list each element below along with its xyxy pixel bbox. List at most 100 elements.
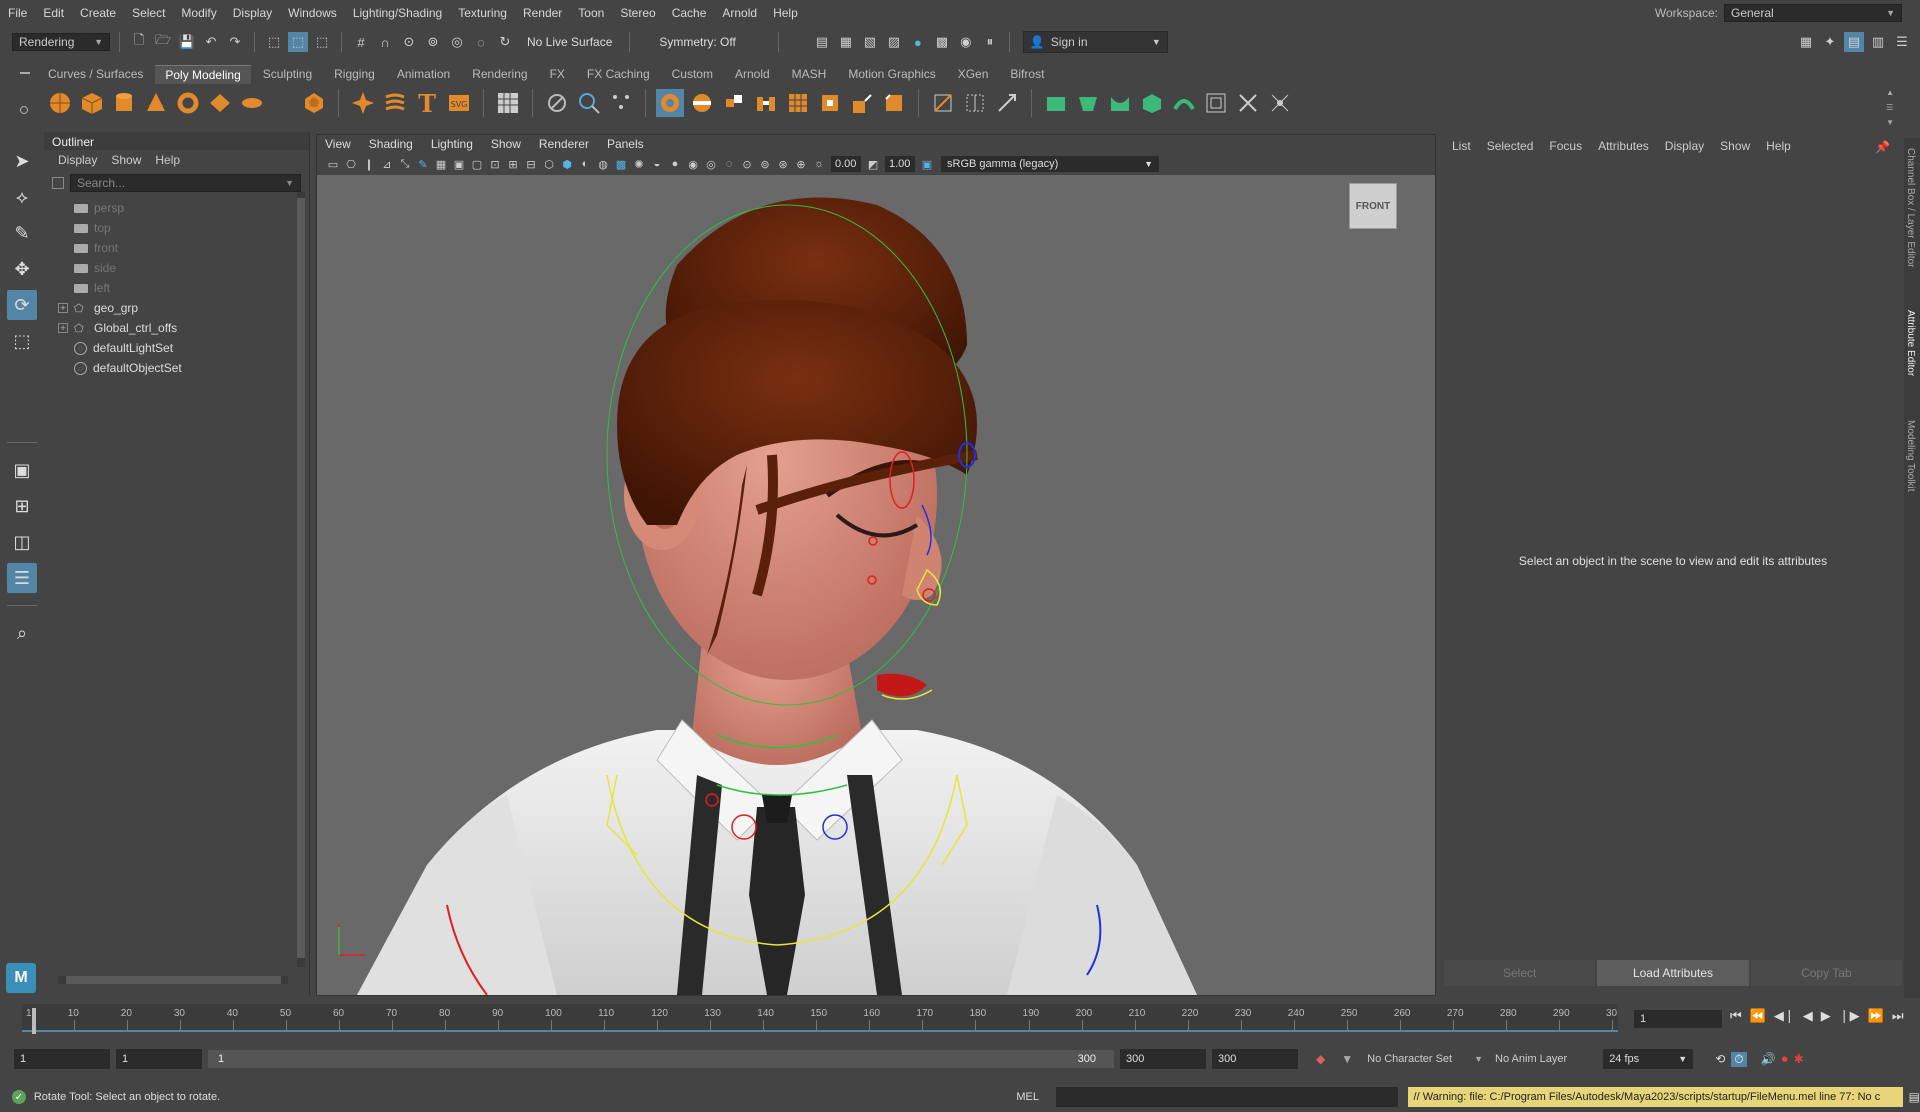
expand-icon[interactable]: + <box>58 303 68 313</box>
smooth-icon[interactable] <box>607 89 635 117</box>
outliner-item-defaultobjectset[interactable]: ◌ defaultObjectSet <box>44 358 309 378</box>
render-view-icon[interactable]: ▤ <box>812 32 832 52</box>
shelf-options-icon[interactable] <box>20 72 30 74</box>
character-controls-icon[interactable]: ✱ <box>1794 1052 1804 1066</box>
svg-tool-icon[interactable]: SVG <box>445 89 473 117</box>
sew-uv-icon[interactable] <box>1266 89 1294 117</box>
loop-icon[interactable]: ⟲ <box>1715 1052 1725 1066</box>
gamma-field[interactable]: 1.00 <box>885 156 915 172</box>
character-controls-icon[interactable]: ✦ <box>1820 32 1840 52</box>
image-plane-icon[interactable]: ⊿ <box>379 156 395 172</box>
fps-dropdown[interactable]: 24 fps ▼ <box>1603 1049 1694 1069</box>
four-pane-layout-icon[interactable]: ⊞ <box>7 491 37 521</box>
snap-surface-icon[interactable]: ◎ <box>447 32 467 52</box>
viewport-canvas[interactable]: FRONT <box>317 175 1435 995</box>
time-slider[interactable]: 1 10 20 30 40 50 60 70 80 90 100 110 120 130 140 150 16… <box>14 1000 1622 1036</box>
render-frame-icon[interactable]: ▦ <box>836 32 856 52</box>
poly-cylinder-icon[interactable] <box>110 89 138 117</box>
safe-action-icon[interactable]: ⊟ <box>523 156 539 172</box>
menu-file[interactable]: File <box>0 6 35 20</box>
outliner-menu-display[interactable]: Display <box>58 153 97 167</box>
play-forward-icon[interactable]: ▶ <box>1821 1008 1831 1024</box>
time-slider-track[interactable]: 1 10 20 30 40 50 60 70 80 90 100 110 120 130 140 150 16… <box>22 1004 1618 1034</box>
scrollbar-thumb[interactable] <box>297 198 305 958</box>
isolate-select-icon[interactable]: ⊙ <box>739 156 755 172</box>
step-forward-frame-icon[interactable]: ❘▶ <box>1839 1008 1860 1024</box>
snap-view-icon[interactable]: ⊚ <box>423 32 443 52</box>
tab-bifrost[interactable]: Bifrost <box>1000 65 1054 83</box>
play-backward-icon[interactable]: ◀ <box>1803 1008 1813 1024</box>
poly-sphere-icon[interactable] <box>46 89 74 117</box>
tab-custom[interactable]: Custom <box>662 65 723 83</box>
outliner-item-top[interactable]: top <box>44 218 309 238</box>
layout-uvs-icon[interactable] <box>494 89 522 117</box>
uv-editor-icon[interactable] <box>1202 89 1230 117</box>
depth-of-field-icon[interactable]: ◌ <box>721 156 737 172</box>
scrollbar-thumb[interactable] <box>66 976 281 984</box>
xray-icon[interactable]: ⊚ <box>757 156 773 172</box>
new-scene-icon[interactable]: 🗋 <box>129 32 149 52</box>
ipr-render-icon[interactable]: ▧ <box>860 32 880 52</box>
select-component-icon[interactable]: ⬚ <box>312 32 332 52</box>
animation-preferences-icon[interactable]: ⏺ <box>1782 1052 1788 1067</box>
outliner-search-input[interactable]: Search... ▼ <box>70 174 301 192</box>
step-back-key-icon[interactable]: ⏪ <box>1750 1008 1766 1024</box>
platonic-solid-icon[interactable] <box>300 89 328 117</box>
tool-settings-icon[interactable]: ▥ <box>1868 32 1888 52</box>
viewport-menu-show[interactable]: Show <box>491 137 521 151</box>
tab-arnold[interactable]: Arnold <box>725 65 780 83</box>
current-frame-field[interactable]: 1 <box>1634 1010 1722 1028</box>
camera-attributes-icon[interactable]: ⎔ <box>343 156 359 172</box>
boolean-union-icon[interactable] <box>656 89 684 117</box>
outliner-item-side[interactable]: side <box>44 258 309 278</box>
menu-stereo[interactable]: Stereo <box>612 6 663 20</box>
poly-cone-icon[interactable] <box>142 89 170 117</box>
go-to-start-icon[interactable]: ⏮ <box>1730 1008 1742 1024</box>
save-scene-icon[interactable]: 💾 <box>177 32 197 52</box>
open-scene-icon[interactable]: 🗁 <box>153 32 173 52</box>
cylindrical-map-icon[interactable] <box>1106 89 1134 117</box>
chevron-down-icon[interactable]: ▼ <box>1886 118 1894 127</box>
viewport-menu-renderer[interactable]: Renderer <box>539 137 589 151</box>
screen-space-ao-icon[interactable]: ● <box>667 156 683 172</box>
select-tool-icon[interactable]: ➤ <box>7 146 37 176</box>
go-to-end-icon[interactable]: ⏭ <box>1892 1008 1904 1024</box>
viewport-menu-lighting[interactable]: Lighting <box>431 137 473 151</box>
move-tool-icon[interactable]: ✥ <box>7 254 37 284</box>
target-weld-icon[interactable] <box>961 89 989 117</box>
snap-rotate-icon[interactable]: ↻ <box>495 32 515 52</box>
load-attributes-button[interactable]: Load Attributes <box>1597 960 1749 986</box>
shadows-icon[interactable]: ◒ <box>649 156 665 172</box>
mel-command-input[interactable] <box>1055 1087 1398 1107</box>
camera-select-icon[interactable]: ▭ <box>325 156 341 172</box>
multisample-aa-icon[interactable]: ◎ <box>703 156 719 172</box>
menu-create[interactable]: Create <box>72 6 124 20</box>
spherical-map-icon[interactable] <box>1138 89 1166 117</box>
outliner-item-defaultlightset[interactable]: ◌ defaultLightSet <box>44 338 309 358</box>
color-management-icon[interactable]: ▣ <box>919 156 935 172</box>
pin-icon[interactable]: 📌 <box>1875 140 1890 154</box>
resolution-gate-icon[interactable]: ▢ <box>469 156 485 172</box>
mirror-icon[interactable] <box>688 89 716 117</box>
gamma-icon[interactable]: ◩ <box>865 156 881 172</box>
two-pane-layout-icon[interactable]: ◫ <box>7 527 37 557</box>
extract-icon[interactable] <box>720 89 748 117</box>
outliner-item-global-ctrl-offs[interactable]: + ⬠ Global_ctrl_offs <box>44 318 309 338</box>
sound-icon[interactable]: 🔊 <box>1761 1052 1776 1066</box>
modeling-toolkit-icon[interactable]: ▦ <box>1796 32 1816 52</box>
chevron-up-icon[interactable]: ▲ <box>1886 88 1894 97</box>
end-time-field[interactable]: 300 <box>1212 1049 1298 1069</box>
outliner-item-persp[interactable]: persp <box>44 198 309 218</box>
wireframe-icon[interactable]: ⬡ <box>541 156 557 172</box>
chevron-down-icon[interactable]: ▼ <box>1474 1054 1483 1064</box>
snap-grid-icon[interactable]: # <box>351 32 371 52</box>
wireframe-on-shaded-icon[interactable]: ◍ <box>595 156 611 172</box>
attr-menu-focus[interactable]: Focus <box>1549 139 1582 153</box>
tab-modeling-toolkit[interactable]: Modeling Toolkit <box>1905 420 1916 492</box>
poly-torus-icon[interactable] <box>174 89 202 117</box>
bridge-icon[interactable] <box>752 89 780 117</box>
expand-icon[interactable]: + <box>58 323 68 333</box>
menu-windows[interactable]: Windows <box>280 6 345 20</box>
tab-motion-graphics[interactable]: Motion Graphics <box>838 65 945 83</box>
workspace-dropdown[interactable]: General ▼ <box>1724 4 1902 22</box>
